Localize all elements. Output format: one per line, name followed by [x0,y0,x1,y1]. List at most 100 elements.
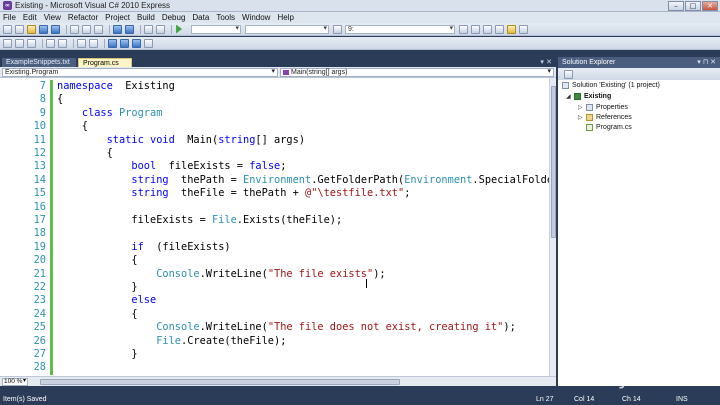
menu-view[interactable]: View [44,13,61,22]
change-marker [50,187,53,201]
expand-icon[interactable]: ▷ [578,113,584,122]
menu-debug[interactable]: Debug [162,13,186,22]
code-line[interactable]: 23 else [0,294,549,308]
uncomment-icon[interactable] [89,38,98,48]
save-icon[interactable] [39,24,48,34]
collapse-icon[interactable]: ◢ [566,92,572,101]
code-line[interactable]: 27 } [0,348,549,362]
code-line[interactable]: 22 } [0,281,549,295]
code-line[interactable]: 9 class Program [0,106,549,121]
type-combo[interactable]: Existing.Program [2,68,278,77]
comment-icon[interactable] [77,38,86,48]
code-line[interactable]: 18 [0,227,549,241]
code-text: { [57,93,64,106]
change-marker [50,321,53,335]
code-line[interactable]: 16 [0,200,549,214]
tree-item-properties[interactable]: ▷ Properties [578,103,628,112]
code-line[interactable]: 15 string theFile = thePath + @"\testfil… [0,187,549,201]
code-text: else [131,294,157,307]
parameter-info-icon[interactable] [15,38,24,48]
quick-info-icon[interactable] [3,38,12,48]
code-line[interactable]: 20 { [0,254,549,268]
find-combo[interactable] [245,24,329,34]
code-line[interactable]: 14 string thePath = Environment.GetFolde… [0,173,549,188]
code-line[interactable]: 26 File.Create(theFile); [0,334,549,348]
code-line[interactable]: 8{ [0,93,549,107]
menu-data[interactable]: Data [192,13,209,22]
tab-examplesnippets[interactable]: ExampleSnippets.txt [2,58,76,67]
menu-window[interactable]: Window [242,13,270,22]
change-marker [50,267,53,281]
menu-build[interactable]: Build [137,13,155,22]
vertical-scrollbar[interactable] [549,78,556,376]
configuration-combo[interactable] [191,24,241,34]
panel-controls-icon[interactable]: ▾ ⊓ ✕ [697,57,716,68]
zoom-combo[interactable]: 100 % [2,378,28,386]
tree-item-references[interactable]: ▷ References [578,113,632,122]
find-icon[interactable] [333,24,342,34]
minimize-icon[interactable]: – [668,1,684,11]
maximize-icon[interactable]: □ [685,1,701,11]
scrollbar-thumb[interactable] [551,86,556,238]
tab-program-cs[interactable]: Program.cs [78,58,132,67]
complete-word-icon[interactable] [27,38,36,48]
object-browser-icon[interactable] [483,24,492,34]
code-line[interactable]: 25 Console.WriteLine("The file does not … [0,321,549,335]
change-marker [50,214,53,228]
code-line[interactable]: 17 fileExists = File.Exists(theFile); [0,214,549,228]
toolbar-separator [171,24,172,34]
menu-help[interactable]: Help [277,13,293,22]
code-text: { [57,307,138,320]
code-line[interactable]: 13 bool fileExists = false; [0,160,549,174]
bookmark-icon[interactable] [108,38,117,48]
start-page-icon[interactable] [507,24,516,34]
save-all-icon[interactable] [51,24,60,34]
new-project-icon[interactable] [3,24,12,34]
expand-icon[interactable]: ▷ [578,103,584,112]
close-document-icon[interactable]: ▾ ✕ [540,58,552,66]
menu-tools[interactable]: Tools [216,13,235,22]
copy-icon[interactable] [82,24,91,34]
code-text: bool fileExists = false; [131,160,287,173]
clear-bookmarks-icon[interactable] [144,38,153,48]
navigate-forward-icon[interactable] [156,24,165,34]
open-file-icon[interactable] [27,24,36,34]
extension-manager-icon[interactable] [519,24,528,34]
code-editor[interactable]: 7 namespace Existing 8{9 class Program 10 {… [0,78,549,376]
menu-edit[interactable]: Edit [23,13,37,22]
undo-icon[interactable] [113,24,122,34]
line-combo[interactable]: 9: [345,24,455,34]
menu-file[interactable]: File [3,13,16,22]
member-combo[interactable]: Main(string[] args) [280,68,554,77]
close-icon[interactable]: ✕ [702,1,718,11]
solution-node[interactable]: Solution 'Existing' (1 project) [562,81,660,90]
decrease-indent-icon[interactable] [46,38,55,48]
start-debugging-icon[interactable] [176,24,182,34]
code-line[interactable]: 24 { [0,307,549,322]
next-bookmark-icon[interactable] [132,38,141,48]
navigate-back-icon[interactable] [144,24,153,34]
line-number: 23 [33,294,46,307]
tree-item-program-cs[interactable]: Program.cs [586,123,632,132]
redo-icon[interactable] [125,24,134,34]
previous-bookmark-icon[interactable] [120,38,129,48]
code-line[interactable]: 12 { [0,147,549,161]
solution-explorer-icon[interactable] [459,24,468,34]
add-item-icon[interactable] [15,24,24,34]
code-line[interactable]: 19 if (fileExists) [0,240,549,255]
horizontal-scrollbar[interactable] [40,379,400,385]
project-node[interactable]: ◢ Existing [566,92,611,101]
cut-icon[interactable] [70,24,79,34]
menu-project[interactable]: Project [105,13,130,22]
toolbox-icon[interactable] [495,24,504,34]
code-line[interactable]: 10 { [0,120,549,134]
menu-refactor[interactable]: Refactor [68,13,98,22]
show-all-files-icon[interactable] [564,69,573,79]
code-line[interactable]: 21 Console.WriteLine("The file exists"); [0,267,549,281]
paste-icon[interactable] [94,24,103,34]
code-line[interactable]: 28 [0,361,549,375]
code-line[interactable]: 11 static void Main(string[] args) [0,133,549,147]
properties-icon[interactable] [471,24,480,34]
code-line[interactable]: 7 namespace Existing [0,80,549,94]
increase-indent-icon[interactable] [58,38,67,48]
